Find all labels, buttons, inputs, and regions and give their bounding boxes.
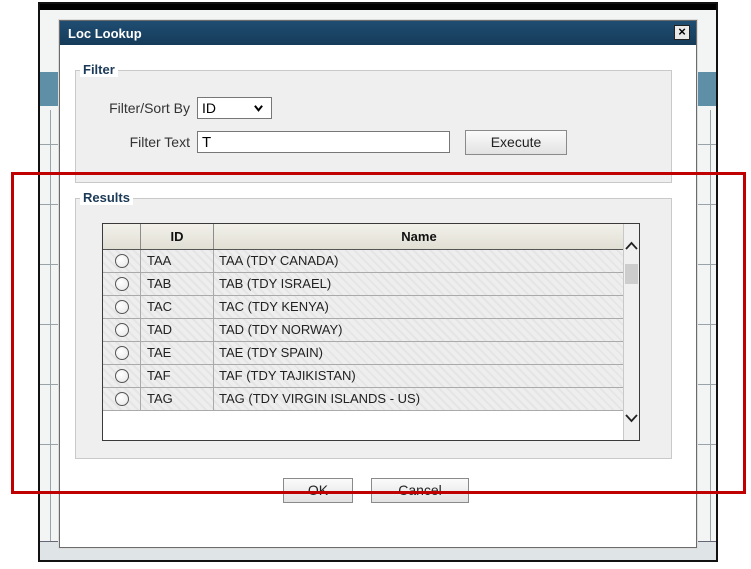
row-id: TAB <box>141 273 214 295</box>
background-top-bar <box>40 4 716 10</box>
row-name: TAE (TDY SPAIN) <box>219 345 324 360</box>
row-id: TAE <box>141 342 214 364</box>
row-id: TAF <box>141 365 214 387</box>
column-header-select <box>103 224 141 249</box>
background-gridline <box>710 110 711 560</box>
table-row[interactable]: TAA TAA (TDY CANADA) <box>103 250 624 273</box>
dialog-titlebar[interactable]: Loc Lookup × <box>60 21 696 45</box>
close-button[interactable]: × <box>674 25 690 40</box>
chevron-down-icon[interactable] <box>624 410 639 426</box>
filter-text-input[interactable] <box>197 131 450 153</box>
table-row[interactable]: TAF TAF (TDY TAJIKISTAN) <box>103 365 624 388</box>
grid-header: ID Name <box>103 224 624 250</box>
row-id: TAD <box>141 319 214 341</box>
row-id: TAC <box>141 296 214 318</box>
chevron-up-icon[interactable] <box>624 238 639 254</box>
filter-sort-label: Filter/Sort By <box>109 100 190 116</box>
filter-legend: Filter <box>80 62 118 77</box>
table-row[interactable]: TAD TAD (TDY NORWAY) <box>103 319 624 342</box>
row-id: TAA <box>141 250 214 272</box>
row-radio[interactable] <box>115 323 129 337</box>
execute-button[interactable]: Execute <box>465 130 567 155</box>
row-radio[interactable] <box>115 346 129 360</box>
row-name: TAA (TDY CANADA) <box>219 253 339 268</box>
row-name: TAB (TDY ISRAEL) <box>219 276 332 291</box>
row-radio[interactable] <box>115 369 129 383</box>
filter-group: Filter <box>75 62 672 183</box>
chevron-down-icon <box>254 105 263 112</box>
grid-scrollbar[interactable] <box>623 224 639 440</box>
row-select-cell <box>103 342 141 364</box>
row-select-cell <box>103 273 141 295</box>
background-gridline <box>50 110 51 560</box>
row-select-cell <box>103 319 141 341</box>
filter-sort-value: ID <box>202 100 216 116</box>
filter-text-label: Filter Text <box>129 134 190 150</box>
table-row[interactable]: TAG TAG (TDY VIRGIN ISLANDS - US) <box>103 388 624 411</box>
scrollbar-thumb[interactable] <box>625 264 638 284</box>
row-id: TAG <box>141 388 214 410</box>
row-select-cell <box>103 365 141 387</box>
row-radio[interactable] <box>115 392 129 406</box>
row-select-cell <box>103 388 141 410</box>
dialog-title: Loc Lookup <box>68 26 142 41</box>
table-row[interactable]: TAB TAB (TDY ISRAEL) <box>103 273 624 296</box>
filter-sort-select[interactable]: ID <box>197 97 272 119</box>
row-radio[interactable] <box>115 254 129 268</box>
row-select-cell <box>103 250 141 272</box>
row-select-cell <box>103 296 141 318</box>
table-row[interactable]: TAC TAC (TDY KENYA) <box>103 296 624 319</box>
results-grid: ID Name TAA TAA (TDY CANADA) TAB TAB (TD… <box>102 223 640 441</box>
column-header-name[interactable]: Name <box>214 224 624 249</box>
grid-rows: TAA TAA (TDY CANADA) TAB TAB (TDY ISRAEL… <box>103 250 624 411</box>
column-header-id[interactable]: ID <box>141 224 214 249</box>
ok-button[interactable]: OK <box>283 478 353 503</box>
row-name: TAC (TDY KENYA) <box>219 299 329 314</box>
row-name: TAD (TDY NORWAY) <box>219 322 343 337</box>
row-radio[interactable] <box>115 300 129 314</box>
row-radio[interactable] <box>115 277 129 291</box>
row-name: TAF (TDY TAJIKISTAN) <box>219 368 356 383</box>
results-legend: Results <box>80 190 133 205</box>
cancel-button[interactable]: Cancel <box>371 478 469 503</box>
close-icon: × <box>678 24 686 39</box>
loc-lookup-dialog: Loc Lookup × Filter Filter/Sort By ID Fi… <box>59 20 697 548</box>
row-name: TAG (TDY VIRGIN ISLANDS - US) <box>219 391 421 406</box>
table-row[interactable]: TAE TAE (TDY SPAIN) <box>103 342 624 365</box>
